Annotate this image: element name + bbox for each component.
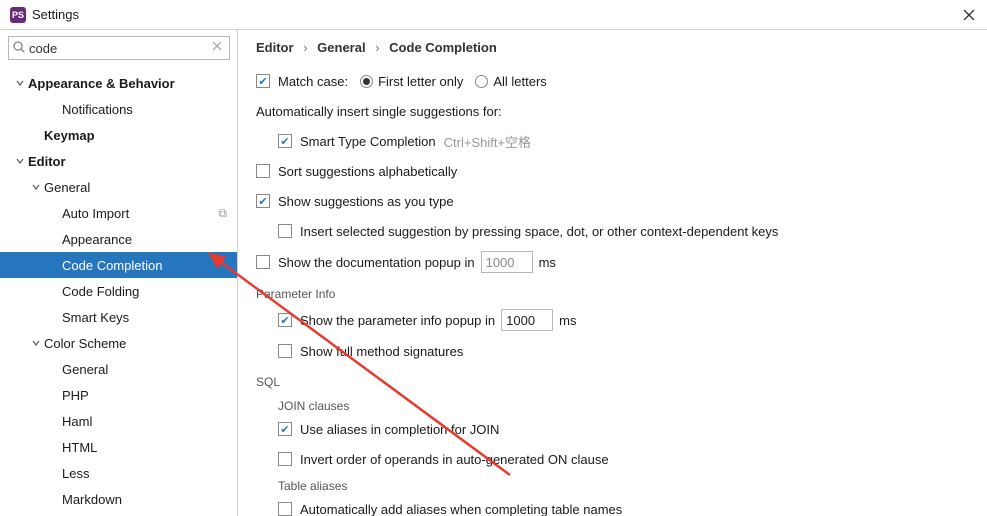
parameter-info-section: Parameter Info: [256, 287, 969, 301]
sidebar-item-code-completion[interactable]: Code Completion: [0, 252, 237, 278]
tree-item-label: Code Completion: [62, 258, 162, 273]
chevron-down-icon[interactable]: [30, 339, 42, 347]
chevron-down-icon[interactable]: [14, 157, 26, 165]
show-doc-label: Show the documentation popup in: [278, 255, 475, 270]
titlebar: PS Settings: [0, 0, 987, 30]
first-letter-label: First letter only: [378, 74, 463, 89]
tree-item-label: Notifications: [62, 102, 133, 117]
doc-delay-input[interactable]: [481, 251, 533, 273]
use-aliases-check[interactable]: [278, 422, 292, 436]
tree-item-label: General: [44, 180, 90, 195]
tree-item-label: Keymap: [44, 128, 95, 143]
scope-icon: ⧉: [218, 206, 227, 221]
sidebar: Appearance & Behavior Notifications Keymap…: [0, 30, 238, 516]
breadcrumb-part[interactable]: Editor: [256, 40, 294, 55]
show-param-check[interactable]: [278, 313, 292, 327]
chevron-down-icon[interactable]: [30, 183, 42, 191]
show-as-type-label: Show suggestions as you type: [278, 194, 454, 209]
show-as-type-check[interactable]: [256, 194, 270, 208]
close-icon[interactable]: [961, 7, 977, 23]
tree-item-label: Haml: [62, 414, 92, 429]
tree-item-label: General: [62, 362, 108, 377]
tree-item-label: Editor: [28, 154, 66, 169]
match-case-check[interactable]: [256, 74, 270, 88]
sidebar-item-smart-keys[interactable]: Smart Keys: [0, 304, 237, 330]
breadcrumb: Editor › General › Code Completion: [256, 40, 969, 55]
clear-icon[interactable]: [211, 40, 225, 54]
first-letter-radio[interactable]: [360, 75, 373, 88]
sidebar-item-less[interactable]: Less: [0, 460, 237, 486]
show-param-label: Show the parameter info popup in: [300, 313, 495, 328]
sidebar-item-editor[interactable]: Editor: [0, 148, 237, 174]
sidebar-item-code-folding[interactable]: Code Folding: [0, 278, 237, 304]
auto-insert-label: Automatically insert single suggestions …: [256, 104, 502, 119]
auto-add-aliases-label: Automatically add aliases when completin…: [300, 502, 622, 516]
chevron-right-icon: ›: [297, 40, 313, 55]
chevron-down-icon[interactable]: [14, 79, 26, 87]
insert-selected-label: Insert selected suggestion by pressing s…: [300, 224, 778, 239]
show-full-check[interactable]: [278, 344, 292, 358]
sidebar-item-auto-import[interactable]: Auto Import ⧉: [0, 200, 237, 226]
window-title: Settings: [32, 7, 79, 22]
settings-tree: Appearance & Behavior Notifications Keymap…: [0, 66, 237, 516]
sidebar-item-markdown[interactable]: Markdown: [0, 486, 237, 512]
insert-selected-check[interactable]: [278, 224, 292, 238]
sidebar-item-appearance-behavior[interactable]: Appearance & Behavior: [0, 70, 237, 96]
tree-item-label: Auto Import: [62, 206, 129, 221]
app-icon: PS: [10, 7, 26, 23]
sql-section: SQL: [256, 375, 969, 389]
sidebar-item-keymap[interactable]: Keymap: [0, 122, 237, 148]
tree-item-label: HTML: [62, 440, 97, 455]
breadcrumb-part: Code Completion: [389, 40, 497, 55]
sidebar-item-php[interactable]: PHP: [0, 382, 237, 408]
auto-add-aliases-check[interactable]: [278, 502, 292, 516]
sidebar-item-color-scheme[interactable]: Color Scheme: [0, 330, 237, 356]
invert-order-label: Invert order of operands in auto-generat…: [300, 452, 609, 467]
sort-alpha-check[interactable]: [256, 164, 270, 178]
all-letters-label: All letters: [493, 74, 546, 89]
smart-type-check[interactable]: [278, 134, 292, 148]
param-delay-input[interactable]: [501, 309, 553, 331]
ms-label: ms: [559, 313, 576, 328]
breadcrumb-part[interactable]: General: [317, 40, 365, 55]
tree-item-label: Markdown: [62, 492, 122, 507]
sidebar-item-html[interactable]: HTML: [0, 434, 237, 460]
sidebar-item-notifications[interactable]: Notifications: [0, 96, 237, 122]
smart-type-label: Smart Type Completion: [300, 134, 436, 149]
sidebar-item-haml[interactable]: Haml: [0, 408, 237, 434]
show-full-label: Show full method signatures: [300, 344, 463, 359]
tree-item-label: Code Folding: [62, 284, 139, 299]
tree-item-label: Less: [62, 466, 89, 481]
tree-item-label: Appearance: [62, 232, 132, 247]
tree-item-label: Color Scheme: [44, 336, 126, 351]
sidebar-item-general[interactable]: General: [0, 356, 237, 382]
match-case-label: Match case:: [278, 74, 348, 89]
sort-alpha-label: Sort suggestions alphabetically: [278, 164, 457, 179]
join-subhead: JOIN clauses: [278, 399, 969, 413]
tree-item-label: Appearance & Behavior: [28, 76, 175, 91]
invert-order-check[interactable]: [278, 452, 292, 466]
tree-item-label: PHP: [62, 388, 89, 403]
search-field[interactable]: [8, 36, 229, 60]
table-aliases-subhead: Table aliases: [278, 479, 969, 493]
ms-label: ms: [539, 255, 556, 270]
use-aliases-label: Use aliases in completion for JOIN: [300, 422, 499, 437]
show-doc-check[interactable]: [256, 255, 270, 269]
tree-item-label: Smart Keys: [62, 310, 129, 325]
chevron-right-icon: ›: [369, 40, 385, 55]
sidebar-item-general[interactable]: General: [0, 174, 237, 200]
search-input[interactable]: [8, 36, 230, 60]
content-pane: Editor › General › Code Completion Match…: [238, 30, 987, 516]
search-icon: [12, 40, 26, 54]
all-letters-radio[interactable]: [475, 75, 488, 88]
sidebar-item-appearance[interactable]: Appearance: [0, 226, 237, 252]
sidebar-item-smarty[interactable]: Smarty: [0, 512, 237, 516]
smart-type-hint: Ctrl+Shift+空格: [444, 132, 531, 151]
